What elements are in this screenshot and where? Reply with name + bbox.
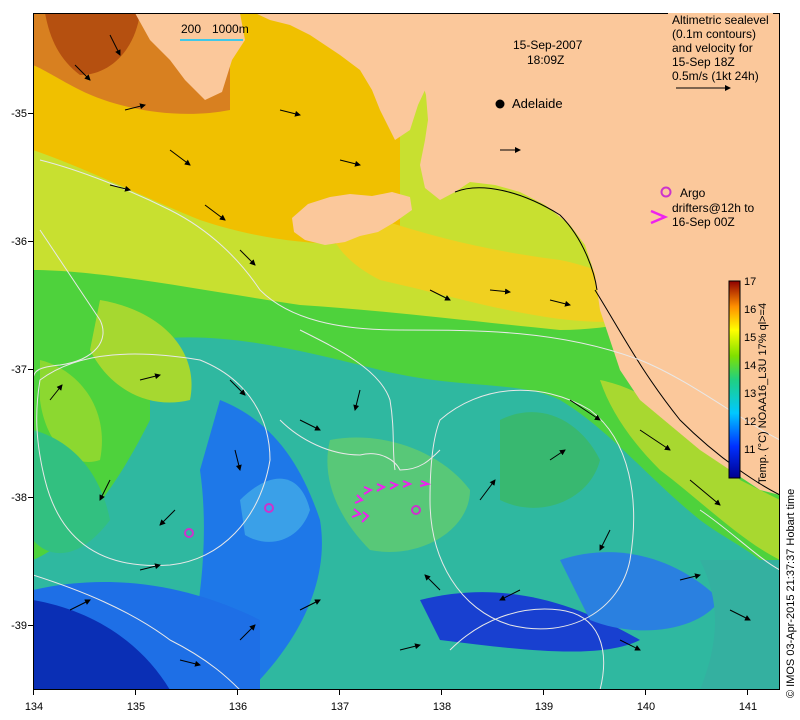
sealevel-legend: Altimetric sealevel (0.1m contours) and …: [668, 13, 773, 83]
x-tick-label: 138: [433, 701, 451, 713]
legend-line: Altimetric sealevel: [672, 13, 769, 27]
drifter-label-line-1: drifters@12h to: [672, 201, 755, 215]
x-tick-label: 134: [25, 701, 43, 713]
colorbar-tick: 15: [744, 332, 756, 344]
legend-line: and velocity for: [672, 41, 753, 55]
city-marker-icon: [495, 99, 505, 109]
x-tick-label: 137: [331, 701, 349, 713]
colorbar-tick: 17: [744, 276, 756, 288]
colorbar-tick: 13: [744, 388, 756, 400]
drifter-label-line-2: 16-Sep 00Z: [672, 215, 735, 229]
x-tick-label: 135: [127, 701, 145, 713]
colorbar-tick: 11: [744, 444, 755, 456]
city-label: Adelaide: [512, 96, 563, 111]
x-tick-label: 139: [535, 701, 553, 713]
y-tick-label: -38: [11, 492, 27, 504]
y-tick-label: -37: [11, 364, 27, 376]
colorbar-tick: 14: [744, 360, 756, 372]
x-tick-label: 141: [739, 701, 757, 713]
legend-line: (0.1m contours): [672, 27, 757, 41]
y-tick-label: -39: [11, 620, 27, 632]
colorbar-tick: 12: [744, 416, 756, 428]
x-axis: 134 135 136 137 138 139 140 141: [25, 701, 757, 713]
sst-map: 134 135 136 137 138 139 140 141 -35 -36 …: [11, 13, 780, 713]
legend-line: 15-Sep 18Z: [672, 55, 735, 69]
map-date: 15-Sep-2007: [513, 38, 583, 52]
x-tick-label: 140: [637, 701, 655, 713]
argo-label: Argo: [680, 186, 706, 200]
colorbar-tick: 16: [744, 304, 756, 316]
credit-text: © IMOS 03-Apr-2015 21:37:37 Hobart time: [785, 488, 797, 698]
legend-line: 0.5m/s (1kt 24h): [672, 69, 759, 83]
map-time: 18:09Z: [527, 53, 565, 67]
bathy-label-200: 200: [181, 22, 202, 36]
colorbar-title: Temp. (°C) NOAA16_L3U 17% ql>=4: [757, 302, 769, 484]
bathy-label-1000: 1000m: [212, 22, 249, 36]
y-tick-label: -35: [11, 108, 27, 120]
colorbar-gradient: [728, 280, 741, 479]
y-axis: -35 -36 -37 -38 -39: [11, 108, 27, 632]
y-tick-label: -36: [11, 236, 27, 248]
x-tick-label: 136: [229, 701, 247, 713]
sst-field: [33, 13, 780, 690]
